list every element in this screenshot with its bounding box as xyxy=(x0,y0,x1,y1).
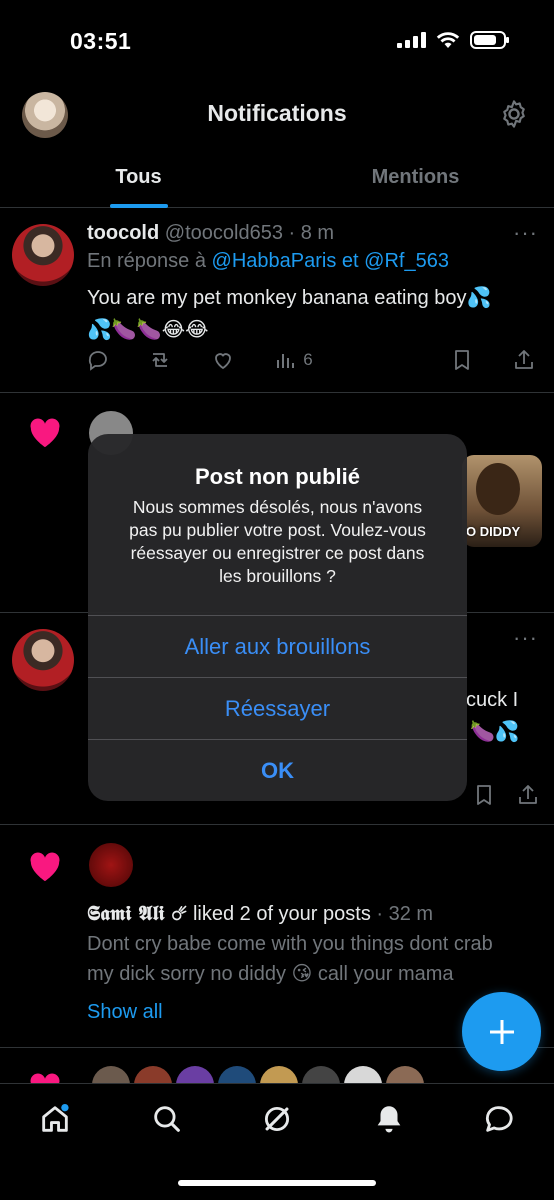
gear-icon[interactable] xyxy=(498,98,530,130)
notifications-bell-icon[interactable] xyxy=(372,1102,406,1136)
post-text-partial: cuck I xyxy=(466,689,519,711)
show-all-link[interactable]: Show all xyxy=(87,1001,163,1024)
avatar[interactable] xyxy=(12,629,74,691)
wifi-icon xyxy=(436,32,460,48)
notification-post-reply[interactable]: toocold @toocold653 · 8 m ··· En réponse… xyxy=(0,208,554,393)
author-handle: @toocold653 xyxy=(164,222,283,244)
grok-icon[interactable] xyxy=(260,1102,294,1136)
ok-button[interactable]: OK xyxy=(88,739,467,801)
tab-mentions[interactable]: Mentions xyxy=(277,148,554,207)
reply-to-handles[interactable]: @HabbaParis et @Rf_563 xyxy=(212,250,449,272)
notifications-screen: 03:51 Notifications Tous Mentions toocol… xyxy=(0,0,554,1200)
dialog-title: Post non publié xyxy=(195,464,360,489)
like-time: 32 m xyxy=(388,903,434,925)
liked-text-line2: my dick sorry no diddy 😘 call your mama xyxy=(87,963,454,985)
reply-icon[interactable] xyxy=(86,348,110,372)
dialog-message: Nous sommes désolés, nous n'avons pas pu… xyxy=(129,497,426,586)
post-text-line1: You are my pet monkey banana eating boy💦 xyxy=(87,287,492,309)
compose-button[interactable] xyxy=(462,992,541,1071)
cellular-signal-icon xyxy=(397,32,426,48)
post-actions: 6 xyxy=(86,348,536,372)
bookmark-icon[interactable] xyxy=(450,348,474,372)
reply-prefix: En réponse à xyxy=(87,250,206,272)
more-options-icon[interactable]: ··· xyxy=(513,625,538,651)
like-icon[interactable] xyxy=(211,348,235,372)
home-icon[interactable] xyxy=(38,1102,72,1136)
share-icon[interactable] xyxy=(516,783,540,807)
heart-icon xyxy=(30,418,60,448)
bookmark-icon[interactable] xyxy=(472,783,496,807)
status-icons xyxy=(397,31,509,49)
analytics-icon xyxy=(277,354,295,368)
avatar[interactable] xyxy=(89,843,133,887)
messages-icon[interactable] xyxy=(482,1102,516,1136)
avatar[interactable] xyxy=(12,224,74,286)
notification-tabs: Tous Mentions xyxy=(0,148,554,208)
post-emoji-partial: 🍆💦 xyxy=(470,721,520,743)
page-title: Notifications xyxy=(207,100,347,126)
heart-icon xyxy=(30,852,60,882)
liker-name[interactable]: 𝕾𝖆𝖒𝖎 𝕬𝖑𝖎 ☄ xyxy=(87,901,187,925)
repost-icon[interactable] xyxy=(148,348,172,372)
views-count[interactable]: 6 xyxy=(273,348,313,372)
go-to-drafts-button[interactable]: Aller aux brouillons xyxy=(88,615,467,677)
share-icon[interactable] xyxy=(512,348,536,372)
home-indicator xyxy=(178,1180,376,1186)
post-not-published-dialog: Post non publié Nous sommes désolés, nou… xyxy=(88,434,467,801)
post-text-line2: 💦🍆🍆😂😂 xyxy=(87,319,209,341)
search-icon[interactable] xyxy=(150,1102,184,1136)
liked-text-line1: Dont cry babe come with you things dont … xyxy=(87,933,493,955)
more-options-icon[interactable]: ··· xyxy=(513,220,538,246)
battery-icon xyxy=(470,31,509,49)
status-time: 03:51 xyxy=(70,28,132,54)
tab-all[interactable]: Tous xyxy=(0,148,277,207)
retry-button[interactable]: Réessayer xyxy=(88,677,467,739)
top-header: Notifications xyxy=(0,84,554,148)
like-action: liked 2 of your posts xyxy=(192,903,371,925)
media-thumbnail[interactable]: O DIDDY xyxy=(462,455,542,547)
author-name[interactable]: toocold xyxy=(87,222,159,244)
status-bar: 03:51 xyxy=(0,0,554,84)
post-time: 8 m xyxy=(300,222,335,244)
